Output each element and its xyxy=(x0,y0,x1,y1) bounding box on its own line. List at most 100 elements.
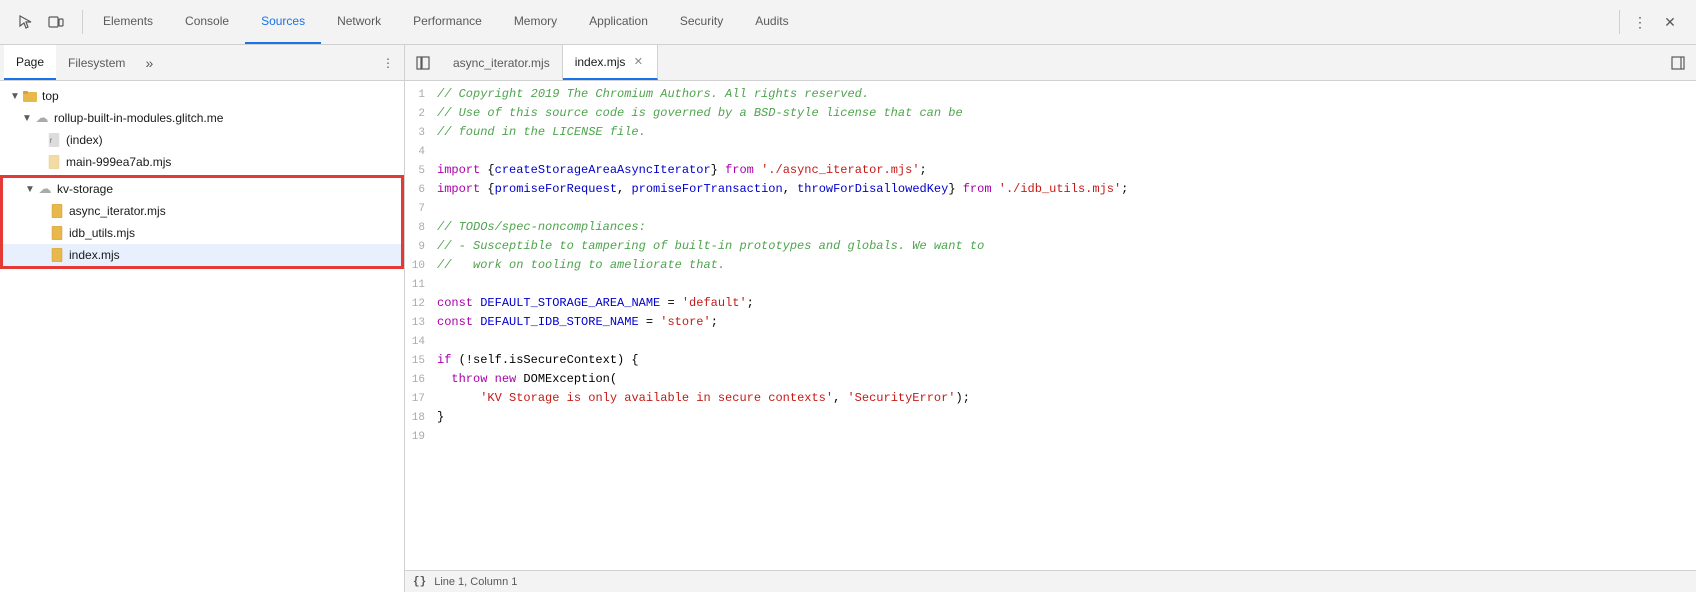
status-bar: {} Line 1, Column 1 xyxy=(405,570,1696,592)
code-line-12: 12 const DEFAULT_STORAGE_AREA_NAME = 'de… xyxy=(405,294,1696,313)
code-line-7: 7 xyxy=(405,199,1696,218)
device-toggle-icon[interactable] xyxy=(42,8,70,36)
code-content-10: // work on tooling to ameliorate that. xyxy=(437,256,1688,274)
code-content-14 xyxy=(437,332,1688,350)
select-element-icon[interactable] xyxy=(12,8,40,36)
toolbar: Elements Console Sources Network Perform… xyxy=(0,0,1696,45)
code-line-15: 15 if (!self.isSecureContext) { xyxy=(405,351,1696,370)
line-num-18: 18 xyxy=(405,409,437,427)
collapse-panel-icon[interactable] xyxy=(1664,49,1692,77)
file-tabs-bar: async_iterator.mjs index.mjs ✕ xyxy=(405,45,1696,81)
tab-page[interactable]: Page xyxy=(4,45,56,80)
code-content-3: // found in the LICENSE file. xyxy=(437,123,1688,141)
close-devtools-icon[interactable]: ✕ xyxy=(1656,8,1684,36)
code-content-2: // Use of this source code is governed b… xyxy=(437,104,1688,122)
toolbar-end-icons: ⋮ ✕ xyxy=(1607,8,1692,36)
line-num-8: 8 xyxy=(405,219,437,237)
line-num-7: 7 xyxy=(405,200,437,218)
line-num-15: 15 xyxy=(405,352,437,370)
line-num-4: 4 xyxy=(405,143,437,161)
file-icon-main-mjs xyxy=(46,154,62,170)
file-icon-idb-utils xyxy=(49,225,65,241)
more-options-icon[interactable]: ⋮ xyxy=(1626,8,1654,36)
tree-label-idb-utils: idb_utils.mjs xyxy=(69,226,135,240)
kv-storage-container: ▼ ☁ kv-storage async_iterator.mjs xyxy=(0,175,404,269)
file-icon-index-root: f xyxy=(46,132,62,148)
line-num-19: 19 xyxy=(405,428,437,446)
code-content-6: import {promiseForRequest, promiseForTra… xyxy=(437,180,1688,198)
file-tab-async-iterator[interactable]: async_iterator.mjs xyxy=(441,45,563,80)
line-num-5: 5 xyxy=(405,162,437,180)
file-icon-async-iterator xyxy=(49,203,65,219)
code-line-9: 9 // - Susceptible to tampering of built… xyxy=(405,237,1696,256)
tree-item-index-mjs[interactable]: index.mjs xyxy=(3,244,401,266)
code-content-8: // TODOs/spec-noncompliances: xyxy=(437,218,1688,236)
tree-arrow-kv-storage: ▼ xyxy=(23,184,37,195)
line-num-13: 13 xyxy=(405,314,437,332)
tree-item-main-mjs[interactable]: main-999ea7ab.mjs xyxy=(0,151,404,173)
code-line-16: 16 throw new DOMException( xyxy=(405,370,1696,389)
code-content-12: const DEFAULT_STORAGE_AREA_NAME = 'defau… xyxy=(437,294,1688,312)
toggle-navigator-icon[interactable] xyxy=(409,49,437,77)
line-num-2: 2 xyxy=(405,105,437,123)
code-line-6: 6 import {promiseForRequest, promiseForT… xyxy=(405,180,1696,199)
code-line-13: 13 const DEFAULT_IDB_STORE_NAME = 'store… xyxy=(405,313,1696,332)
code-line-8: 8 // TODOs/spec-noncompliances: xyxy=(405,218,1696,237)
tab-sources[interactable]: Sources xyxy=(245,0,321,44)
file-icon-index-mjs xyxy=(49,247,65,263)
code-content-13: const DEFAULT_IDB_STORE_NAME = 'store'; xyxy=(437,313,1688,331)
line-num-12: 12 xyxy=(405,295,437,313)
code-line-11: 11 xyxy=(405,275,1696,294)
line-num-14: 14 xyxy=(405,333,437,351)
more-tabs-icon[interactable]: » xyxy=(137,51,161,75)
tree-item-idb-utils[interactable]: idb_utils.mjs xyxy=(3,222,401,244)
code-line-2: 2 // Use of this source code is governed… xyxy=(405,104,1696,123)
code-content-7 xyxy=(437,199,1688,217)
code-content-15: if (!self.isSecureContext) { xyxy=(437,351,1688,369)
code-content-18: } xyxy=(437,408,1688,426)
code-content-19 xyxy=(437,427,1688,445)
tab-memory[interactable]: Memory xyxy=(498,0,573,44)
line-num-10: 10 xyxy=(405,257,437,275)
tab-elements[interactable]: Elements xyxy=(87,0,169,44)
toolbar-end-divider xyxy=(1619,10,1620,34)
line-num-9: 9 xyxy=(405,238,437,256)
close-tab-icon[interactable]: ✕ xyxy=(631,55,645,69)
tab-network[interactable]: Network xyxy=(321,0,397,44)
code-line-17: 17 'KV Storage is only available in secu… xyxy=(405,389,1696,408)
code-line-5: 5 import {createStorageAreaAsyncIterator… xyxy=(405,161,1696,180)
tab-application[interactable]: Application xyxy=(573,0,664,44)
cloud-folder-icon-kv: ☁ xyxy=(37,181,53,197)
left-panel: Page Filesystem » ⋮ ▼ top ▼ ☁ rollup-bui… xyxy=(0,45,405,592)
tree-item-top[interactable]: ▼ top xyxy=(0,85,404,107)
folder-icon-top xyxy=(22,88,38,104)
toolbar-left-icons xyxy=(4,8,78,36)
line-num-1: 1 xyxy=(405,86,437,104)
code-line-3: 3 // found in the LICENSE file. xyxy=(405,123,1696,142)
panel-menu-icon[interactable]: ⋮ xyxy=(376,51,400,75)
tree-item-index-root[interactable]: f (index) xyxy=(0,129,404,151)
code-line-14: 14 xyxy=(405,332,1696,351)
file-tab-label-index-mjs: index.mjs xyxy=(575,55,626,69)
tree-label-rollup: rollup-built-in-modules.glitch.me xyxy=(54,111,223,125)
code-content-4 xyxy=(437,142,1688,160)
code-editor[interactable]: 1 // Copyright 2019 The Chromium Authors… xyxy=(405,81,1696,570)
tab-performance[interactable]: Performance xyxy=(397,0,498,44)
tree-label-kv-storage: kv-storage xyxy=(57,182,113,196)
tree-arrow-top: ▼ xyxy=(8,91,22,102)
tree-item-rollup[interactable]: ▼ ☁ rollup-built-in-modules.glitch.me xyxy=(0,107,404,129)
tree-item-async-iterator[interactable]: async_iterator.mjs xyxy=(3,200,401,222)
code-content-16: throw new DOMException( xyxy=(437,370,1688,388)
code-line-10: 10 // work on tooling to ameliorate that… xyxy=(405,256,1696,275)
tree-item-kv-storage[interactable]: ▼ ☁ kv-storage xyxy=(3,178,401,200)
toolbar-divider xyxy=(82,10,83,34)
file-tab-index-mjs[interactable]: index.mjs ✕ xyxy=(563,45,659,80)
tab-audits[interactable]: Audits xyxy=(739,0,804,44)
code-content-9: // - Susceptible to tampering of built-i… xyxy=(437,237,1688,255)
tab-filesystem[interactable]: Filesystem xyxy=(56,45,137,80)
code-line-4: 4 xyxy=(405,142,1696,161)
tab-security[interactable]: Security xyxy=(664,0,739,44)
tab-console[interactable]: Console xyxy=(169,0,245,44)
file-tree: ▼ top ▼ ☁ rollup-built-in-modules.glitch… xyxy=(0,81,404,592)
code-content-5: import {createStorageAreaAsyncIterator} … xyxy=(437,161,1688,179)
